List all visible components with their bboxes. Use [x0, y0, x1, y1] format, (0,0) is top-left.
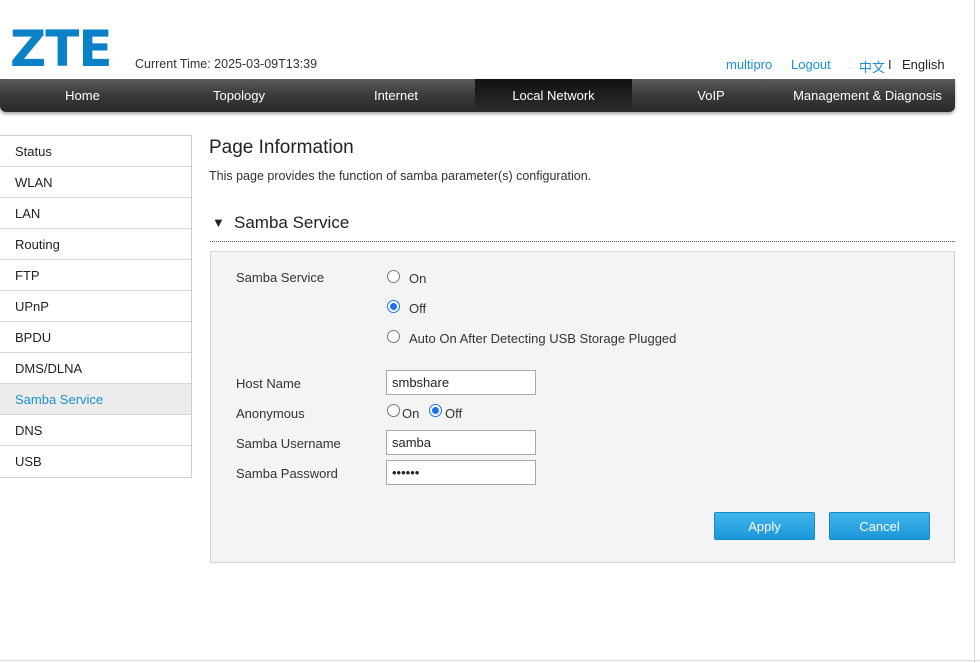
- section-header[interactable]: ▼ Samba Service: [210, 213, 955, 242]
- anonymous-off-label: Off: [445, 406, 463, 421]
- samba-service-on-label: On: [409, 271, 427, 286]
- nav-voip[interactable]: VoIP: [633, 79, 789, 112]
- main-nav: Home Topology Internet Local Network VoI…: [0, 79, 955, 112]
- bottom-border: [0, 660, 980, 661]
- samba-settings-panel: Samba Service On Off Auto On After Detec…: [210, 251, 955, 563]
- nav-topology[interactable]: Topology: [161, 79, 317, 112]
- cancel-button[interactable]: Cancel: [829, 512, 930, 540]
- username-link[interactable]: multipro: [726, 57, 772, 72]
- zte-logo: ZTE: [10, 20, 113, 78]
- sidebar-item-dns[interactable]: DNS: [0, 415, 191, 446]
- lang-separator: I: [888, 57, 892, 72]
- samba-service-auto-radio[interactable]: [387, 330, 400, 343]
- page-title: Page Information: [209, 137, 354, 158]
- host-name-label: Host Name: [236, 376, 302, 391]
- sidebar-item-lan[interactable]: LAN: [0, 198, 191, 229]
- samba-service-auto-label: Auto On After Detecting USB Storage Plug…: [409, 331, 677, 346]
- samba-password-input[interactable]: [386, 460, 536, 485]
- current-time: Current Time: 2025-03-09T13:39: [135, 57, 318, 71]
- sidebar-item-upnp[interactable]: UPnP: [0, 291, 191, 322]
- sidebar-item-routing[interactable]: Routing: [0, 229, 191, 260]
- lang-chinese-link[interactable]: 中文: [859, 57, 885, 76]
- section-title: Samba Service: [234, 213, 350, 232]
- sidebar-menu: Status WLAN LAN Routing FTP UPnP BPDU DM…: [0, 135, 192, 478]
- sidebar-item-status[interactable]: Status: [0, 136, 191, 167]
- anonymous-label: Anonymous: [236, 406, 305, 421]
- sidebar-item-bpdu[interactable]: BPDU: [0, 322, 191, 353]
- logout-link[interactable]: Logout: [791, 57, 831, 72]
- anonymous-on-label: On: [402, 406, 420, 421]
- samba-service-off-label: Off: [409, 301, 427, 316]
- triangle-down-icon[interactable]: ▼: [212, 215, 225, 230]
- nav-management-diagnosis[interactable]: Management & Diagnosis: [790, 79, 945, 112]
- lang-english[interactable]: English: [902, 57, 945, 72]
- samba-service-off-radio[interactable]: [387, 300, 400, 313]
- nav-local-network[interactable]: Local Network: [475, 79, 632, 112]
- anonymous-off-radio[interactable]: [429, 404, 442, 417]
- sidebar-item-samba-service[interactable]: Samba Service: [0, 384, 191, 415]
- samba-username-label: Samba Username: [236, 436, 341, 451]
- sidebar-item-ftp[interactable]: FTP: [0, 260, 191, 291]
- anonymous-on-radio[interactable]: [387, 404, 400, 417]
- nav-home[interactable]: Home: [5, 79, 160, 112]
- samba-password-label: Samba Password: [236, 466, 338, 481]
- nav-internet[interactable]: Internet: [318, 79, 474, 112]
- sidebar-item-wlan[interactable]: WLAN: [0, 167, 191, 198]
- apply-button[interactable]: Apply: [714, 512, 815, 540]
- page-description: This page provides the function of samba…: [209, 169, 592, 183]
- samba-service-on-radio[interactable]: [387, 270, 400, 283]
- samba-username-input[interactable]: [386, 430, 536, 455]
- right-border: [974, 0, 975, 663]
- sidebar-item-dms-dlna[interactable]: DMS/DLNA: [0, 353, 191, 384]
- samba-service-label: Samba Service: [236, 270, 325, 285]
- router-admin-page: ZTE Current Time: 2025-03-09T13:39 multi…: [0, 0, 980, 663]
- sidebar-item-usb[interactable]: USB: [0, 446, 191, 477]
- host-name-input[interactable]: [386, 370, 536, 395]
